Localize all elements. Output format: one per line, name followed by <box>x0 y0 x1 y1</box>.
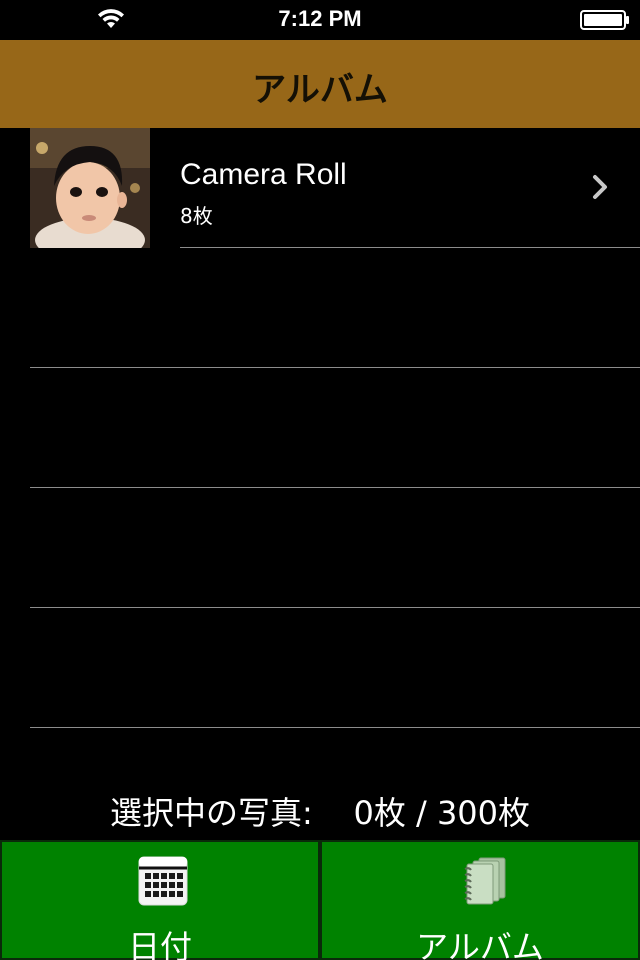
status-time: 7:12 PM <box>278 6 362 31</box>
tab-album[interactable]: アルバム <box>320 840 640 960</box>
row-divider <box>30 607 640 608</box>
selection-label: 選択中の写真: <box>109 794 313 832</box>
selection-value: 0枚 / 300枚 <box>353 794 531 832</box>
battery-icon <box>580 10 629 30</box>
page-title: アルバム <box>252 70 388 110</box>
tab-date-label: 日付 <box>127 928 192 960</box>
nav-bar: アルバム <box>0 40 640 128</box>
album-list[interactable]: Camera Roll 8枚 <box>0 128 640 728</box>
row-divider <box>180 247 640 248</box>
status-bar: 7:12 PM <box>0 0 640 40</box>
tab-bar: 日付 アルバム <box>0 840 640 960</box>
selection-status: 選択中の写真: 0枚 / 300枚 <box>0 788 640 834</box>
album-row-camera-roll[interactable]: Camera Roll 8枚 <box>0 128 640 248</box>
album-stack-icon <box>464 857 506 905</box>
album-name: Camera Roll <box>180 158 347 191</box>
row-divider <box>30 727 640 728</box>
child-photo <box>30 128 150 248</box>
tab-album-label: アルバム <box>416 928 544 960</box>
chevron-right-icon <box>593 175 607 199</box>
album-thumbnail <box>30 128 150 248</box>
row-divider <box>30 367 640 368</box>
calendar-icon <box>138 856 188 906</box>
row-divider <box>30 487 640 488</box>
album-count: 8枚 <box>180 204 213 228</box>
tab-date[interactable]: 日付 <box>0 840 320 960</box>
